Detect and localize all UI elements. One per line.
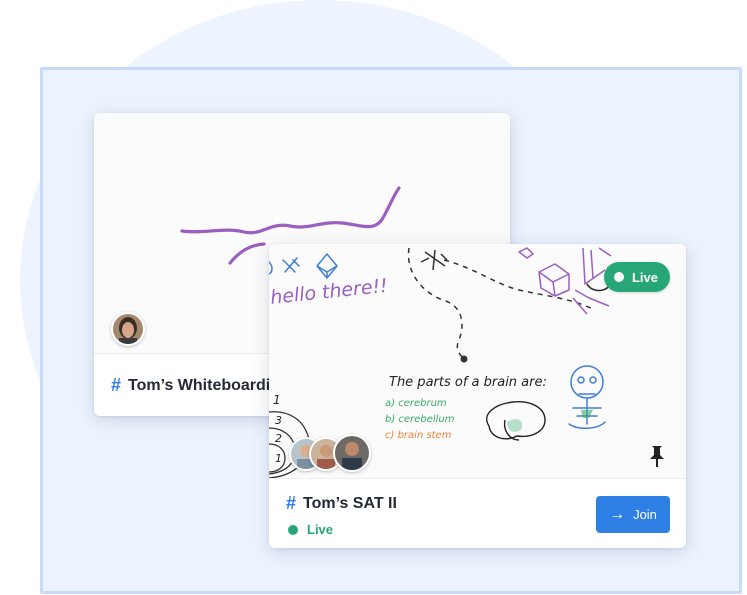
brain-heading: The parts of a brain are:	[389, 375, 547, 390]
card-title[interactable]: Tom’s SAT II	[303, 495, 397, 513]
plane-icon	[420, 249, 448, 271]
live-badge-label: Live	[631, 269, 658, 285]
count-label-1: 1	[275, 452, 282, 465]
join-button-label: Join	[633, 507, 657, 522]
path-marker	[460, 355, 468, 363]
whiteboard-card-front[interactable]: hello there!! The parts of a brain are: …	[269, 244, 686, 548]
join-button[interactable]: → Join	[596, 496, 670, 533]
live-dot-icon	[613, 272, 624, 282]
status-indicator: Live	[288, 522, 333, 537]
participant-avatar	[333, 434, 371, 472]
card-title-row[interactable]: # Tom’s Whiteboarding	[111, 375, 290, 396]
count-label-2: 2	[275, 432, 282, 445]
card-footer: # Tom’s SAT II Live → Join	[269, 478, 686, 548]
brain-item-2: b) cerebellum	[385, 414, 455, 425]
purple-doodles	[518, 247, 612, 315]
hashtag-icon: #	[286, 493, 297, 513]
count-label-top: 1	[273, 393, 281, 407]
card-title[interactable]: Tom’s Whiteboarding	[128, 377, 290, 395]
live-status-dot-icon	[288, 524, 298, 535]
skeleton-sketch	[568, 365, 606, 429]
whiteboard-canvas: hello there!! The parts of a brain are: …	[269, 244, 686, 479]
user-avatar-woman	[111, 312, 145, 346]
greeting-text: hello there!!	[269, 275, 389, 309]
pin-icon[interactable]	[648, 444, 666, 468]
count-label-3: 3	[275, 414, 282, 427]
card-title-row[interactable]: # Tom’s SAT II	[286, 493, 397, 514]
live-badge: Live	[603, 262, 670, 292]
status-text: Live	[307, 522, 334, 537]
doodle-icons	[269, 253, 338, 279]
brain-item-3: c) brain stem	[385, 430, 452, 441]
hashtag-icon: #	[111, 375, 122, 395]
arrow-right-icon: →	[609, 505, 626, 523]
brain-item-1: a) cerebrum	[385, 398, 447, 409]
